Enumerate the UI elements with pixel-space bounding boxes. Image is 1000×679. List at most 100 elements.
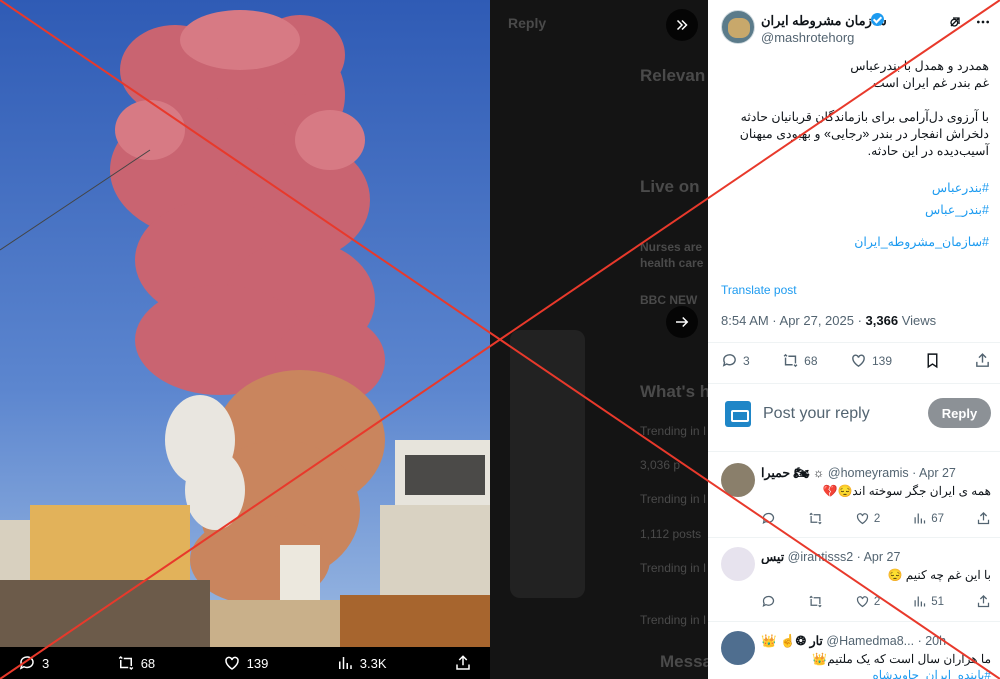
post-photo[interactable]	[0, 0, 490, 647]
reply-icon	[762, 512, 775, 525]
bookmark-icon	[928, 353, 938, 369]
reply-reply-button[interactable]	[761, 511, 776, 526]
background-timeline: Reply Relevan Live on Nurses are health …	[490, 0, 708, 679]
share-button[interactable]	[974, 352, 991, 369]
hashtag-link[interactable]: #بندرعباس	[721, 177, 989, 199]
commenter-handle-date[interactable]: @irantisss2 · Apr 27	[788, 550, 901, 564]
reply-views-button[interactable]: 67	[912, 511, 944, 526]
bg-trending-1: Trending in I	[640, 424, 707, 438]
commenter-avatar[interactable]	[721, 631, 755, 665]
commenter-header: 👑 ☝️❂ تار @Hamedma8... · 20h	[761, 633, 991, 649]
media-like-button[interactable]: 139	[223, 654, 269, 672]
repost-icon	[118, 655, 133, 671]
bg-health-text: health care	[640, 256, 704, 270]
reply-reply-button[interactable]	[761, 594, 776, 609]
divider	[708, 451, 1000, 452]
hashtag-link[interactable]: #بندر_عباس	[721, 199, 989, 221]
reply-text: همه ی ایران جگر سوخته اند😔💔	[822, 484, 991, 498]
next-image-button[interactable]	[666, 306, 698, 338]
commenter-header: تیس @irantisss2 · Apr 27	[761, 549, 991, 564]
reply-views-button[interactable]: 51	[912, 594, 944, 609]
reply-views-count: 67	[931, 512, 945, 525]
like-button[interactable]: 139	[850, 352, 892, 369]
post-line-6: آسیب‌دیده در این حادثه.	[867, 144, 989, 158]
post-body: همدرد و همدل با بندرعباس غم بندر غم ایرا…	[721, 58, 989, 253]
reply-hashtag[interactable]: #پاینده_ایران_جاویدشاه	[761, 667, 991, 679]
divider	[708, 342, 1000, 343]
reply-count: 3	[743, 353, 750, 368]
bg-trending-2: Trending in I	[640, 492, 707, 506]
post-line-5: دلخراش انفجار در بندر «رجایی» و بهبودی م…	[739, 127, 989, 141]
hashtag-spacer	[721, 221, 989, 231]
commenter-handle-date[interactable]: @homeyramis · Apr 27	[828, 466, 956, 480]
repost-button[interactable]: 68	[782, 352, 818, 369]
commenter-avatar[interactable]	[721, 547, 755, 581]
media-action-bar: 3 68 139 3.3K	[0, 647, 490, 679]
author-handle[interactable]: @mashrotehorg	[761, 30, 854, 45]
commenter-name[interactable]: حمیرا 🏍 ☼	[761, 466, 824, 480]
bg-trending-4: Trending in I	[640, 613, 707, 627]
media-like-count: 139	[246, 655, 269, 671]
heart-icon	[852, 354, 865, 368]
current-user-avatar	[725, 401, 751, 427]
post-timestamp[interactable]: 8:54 AM · Apr 27, 2025 ·	[721, 313, 866, 328]
reply-like-button[interactable]: 2	[855, 511, 880, 526]
hashtag-link[interactable]: #سازمان_مشروطه_ایران	[721, 231, 989, 253]
views-icon	[338, 657, 352, 669]
post-detail-panel: سازمان مشروطه ایران @mashrotehorg همدرد …	[708, 0, 1000, 679]
reply-submit-button[interactable]: Reply	[928, 398, 991, 428]
verified-badge-icon	[871, 13, 884, 26]
divider	[708, 537, 1000, 538]
reply-input[interactable]: Post your reply	[763, 405, 870, 423]
reply-button[interactable]: 3	[721, 352, 750, 369]
media-views-button[interactable]: 3.3K	[336, 654, 387, 672]
author-display-name[interactable]: سازمان مشروطه ایران	[761, 13, 887, 29]
commenter-name[interactable]: 👑 ☝️❂ تار	[761, 634, 823, 648]
repost-icon	[783, 353, 798, 368]
commenter-handle-date[interactable]: @Hamedma8... · 20h	[826, 634, 946, 648]
reply-views-count: 51	[931, 595, 945, 608]
reply-like-button[interactable]: 2	[855, 594, 880, 609]
divider	[708, 621, 1000, 622]
bg-nurses-text: Nurses are	[640, 240, 703, 254]
commenter-avatar[interactable]	[721, 463, 755, 497]
repost-icon	[809, 595, 822, 608]
reply-icon	[722, 354, 736, 367]
reply-share-button[interactable]	[976, 594, 991, 609]
post-header-icons	[947, 14, 991, 30]
reply-repost-button[interactable]	[808, 511, 823, 526]
media-repost-button[interactable]: 68	[117, 654, 155, 672]
collapse-panel-button[interactable]	[666, 9, 698, 41]
post-header: سازمان مشروطه ایران @mashrotehorg	[721, 10, 991, 50]
more-options-icon[interactable]	[975, 14, 991, 30]
post-line-7	[721, 160, 989, 177]
commenter-header: حمیرا 🏍 ☼ @homeyramis · Apr 27	[761, 465, 991, 481]
reply-actions: 2 67	[761, 511, 991, 526]
reply-icon	[19, 656, 34, 670]
author-avatar[interactable]	[721, 10, 755, 44]
bg-live-heading: Live on	[640, 177, 700, 196]
reply-item[interactable]: 👑 ☝️❂ تار @Hamedma8... · 20h ما هزاران س…	[721, 631, 991, 679]
bg-bbc-label: BBC NEW	[640, 293, 698, 307]
reply-text: با این غم چه کنیم 😔	[887, 568, 991, 582]
heart-icon	[224, 656, 239, 670]
reply-repost-button[interactable]	[808, 594, 823, 609]
reply-item[interactable]: تیس @irantisss2 · Apr 27 با این غم چه کن…	[721, 547, 991, 622]
share-icon	[977, 511, 990, 525]
bg-media-card	[510, 330, 585, 598]
media-repost-count: 68	[140, 655, 156, 671]
reply-item[interactable]: حمیرا 🏍 ☼ @homeyramis · Apr 27 همه ی ایر…	[721, 463, 991, 538]
translate-post-link[interactable]: Translate post	[721, 283, 797, 297]
bg-reply-label: Reply	[508, 15, 547, 31]
like-count: 139	[871, 353, 893, 368]
reply-share-button[interactable]	[976, 511, 991, 526]
media-share-button[interactable]	[454, 654, 472, 672]
grok-icon[interactable]	[947, 14, 963, 30]
bg-relevant-heading: Relevan	[640, 66, 706, 85]
post-line-3	[721, 92, 989, 109]
reply-text: ما هزاران سال است که یک ملتیم👑	[812, 652, 991, 666]
bookmark-button[interactable]	[924, 352, 941, 369]
reply-icon	[762, 595, 775, 608]
media-reply-button[interactable]: 3	[18, 654, 49, 672]
commenter-name[interactable]: تیس	[761, 550, 784, 564]
